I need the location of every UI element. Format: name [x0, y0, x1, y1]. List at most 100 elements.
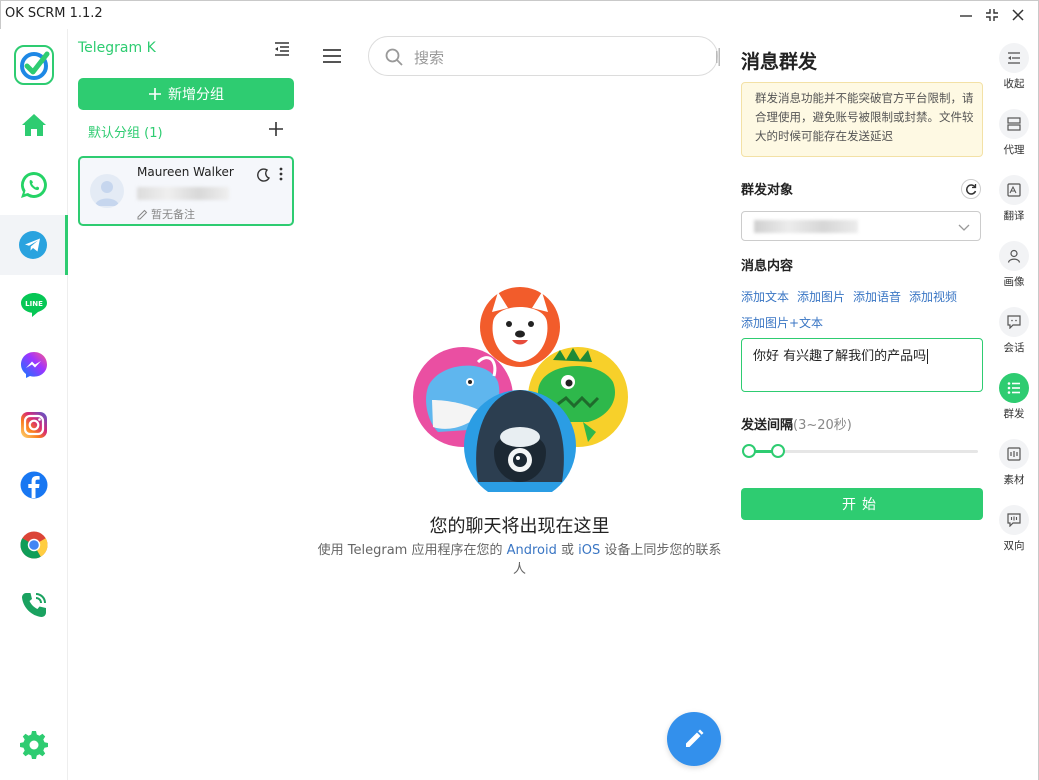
search-icon — [385, 48, 403, 66]
tool-conversation[interactable]: 会话 — [990, 299, 1038, 355]
window-title: OK SCRM 1.1.2 — [5, 6, 103, 21]
rail-item-telegram[interactable] — [0, 215, 68, 275]
collapse-list-button[interactable] — [273, 41, 291, 57]
rail-item-settings[interactable] — [0, 715, 68, 775]
tools-rail: 收起 代理 翻译 画像 会话 群发 素材 双向 — [990, 29, 1038, 780]
android-link[interactable]: Android — [507, 543, 557, 558]
home-icon — [22, 114, 46, 136]
menu-collapse-icon — [275, 42, 289, 56]
tool-label: 会话 — [1003, 342, 1025, 354]
ios-link[interactable]: iOS — [578, 543, 600, 558]
main-menu-button[interactable] — [322, 48, 342, 64]
add-group-button[interactable]: 新增分组 — [78, 78, 294, 110]
more-options-icon[interactable] — [276, 166, 286, 182]
rail-item-line[interactable]: LINE — [0, 275, 68, 335]
start-button[interactable]: 开始 — [741, 488, 983, 520]
rail-item-instagram[interactable] — [0, 395, 68, 455]
slider-handle-max[interactable] — [771, 444, 786, 458]
target-value-blurred — [754, 220, 858, 233]
rail-item-chrome[interactable] — [0, 515, 68, 575]
telegram-icon — [18, 231, 47, 259]
contact-note-text: 暂无备注 — [151, 208, 195, 221]
content-label: 消息内容 — [741, 259, 794, 274]
tool-material[interactable]: 素材 — [990, 431, 1038, 487]
moon-icon[interactable] — [257, 167, 271, 182]
search-placeholder: 搜索 — [414, 49, 445, 67]
slider-handle-min[interactable] — [742, 444, 756, 458]
tool-label: 收起 — [1003, 78, 1025, 90]
pencil-icon — [686, 729, 704, 747]
list-icon — [1007, 382, 1020, 394]
contact-card[interactable]: Maureen Walker 暂无备注 — [78, 156, 294, 226]
chat-icon — [1007, 315, 1021, 329]
warning-notice: 群发消息功能并不能突破官方平台限制，请合理使用，避免账号被限制或封禁。文件较大的… — [741, 82, 983, 157]
scroll-indicator-icon — [716, 48, 720, 66]
search-input[interactable]: 搜索 — [368, 36, 720, 76]
add-image-link[interactable]: 添加图片 — [797, 284, 845, 310]
hamburger-icon — [323, 49, 341, 63]
tool-profile[interactable]: 画像 — [990, 233, 1038, 289]
rail-item-messenger[interactable] — [0, 335, 68, 395]
message-textarea[interactable]: 你好 有兴趣了解我们的产品吗 — [741, 338, 983, 392]
whatsapp-icon — [20, 171, 47, 198]
empty-sub-text-1: 使用 Telegram 应用程序在您的 — [317, 543, 507, 558]
add-image-text-link[interactable]: 添加图片+文本 — [741, 310, 823, 336]
contact-note[interactable]: 暂无备注 — [137, 206, 195, 222]
text-caret — [927, 349, 929, 364]
default-group-header[interactable]: 默认分组 (1) — [88, 122, 163, 141]
refresh-button[interactable] — [961, 179, 981, 199]
user-icon — [1007, 249, 1021, 263]
tool-label: 双向 — [1003, 540, 1025, 552]
title-bar: OK SCRM 1.1.2 — [0, 0, 1039, 29]
rail-item-facebook[interactable] — [0, 455, 68, 515]
rail-item-home[interactable] — [0, 95, 68, 155]
empty-chat-subtitle: 使用 Telegram 应用程序在您的 Android 或 iOS 设备上同步您… — [314, 541, 725, 579]
add-contact-button[interactable] — [266, 119, 286, 139]
empty-chat-illustration — [408, 282, 630, 502]
close-icon — [1012, 9, 1024, 21]
chevron-down-icon — [958, 224, 970, 231]
two-way-icon — [1007, 513, 1021, 527]
rail-item-phone[interactable] — [0, 575, 68, 635]
messenger-icon — [21, 352, 47, 378]
app-logo-icon — [14, 45, 54, 85]
add-video-link[interactable]: 添加视频 — [909, 284, 957, 310]
broadcast-panel: 消息群发 群发消息功能并不能突破官方平台限制，请合理使用，避免账号被限制或封禁。… — [735, 29, 990, 780]
material-icon — [1007, 447, 1021, 461]
target-label: 群发对象 — [741, 183, 794, 198]
target-select[interactable] — [741, 211, 981, 241]
tool-label: 翻译 — [1003, 210, 1025, 222]
rail-item-whatsapp[interactable] — [0, 155, 68, 215]
tool-broadcast[interactable]: 群发 — [990, 365, 1038, 421]
line-badge-text: LINE — [25, 300, 43, 308]
tool-label: 群发 — [1003, 408, 1025, 420]
collapse-icon — [1008, 52, 1020, 64]
interval-slider[interactable] — [742, 444, 978, 458]
restore-icon — [986, 9, 998, 21]
empty-chat-title: 您的聊天将出现在这里 — [429, 516, 610, 537]
user-avatar-icon — [95, 181, 119, 206]
message-text: 你好 有兴趣了解我们的产品吗 — [753, 349, 927, 364]
tool-bidirectional[interactable]: 双向 — [990, 497, 1038, 553]
gear-icon — [20, 731, 48, 759]
tool-translate[interactable]: 翻译 — [990, 167, 1038, 223]
interval-hint: (3~20秒) — [793, 418, 852, 433]
compose-button[interactable] — [667, 712, 721, 766]
tool-label: 素材 — [1003, 474, 1025, 486]
minimize-button[interactable] — [955, 5, 977, 25]
tool-collapse[interactable]: 收起 — [990, 35, 1038, 91]
tool-label: 画像 — [1003, 276, 1025, 288]
plus-icon — [149, 88, 161, 100]
plus-icon — [269, 122, 283, 136]
minimize-icon — [960, 15, 972, 17]
restore-button[interactable] — [981, 5, 1003, 25]
tool-proxy[interactable]: 代理 — [990, 101, 1038, 157]
add-voice-link[interactable]: 添加语音 — [853, 284, 901, 310]
platform-rail: LINE — [0, 29, 68, 780]
add-content-links: 添加文本 添加图片 添加语音 添加视频添加图片+文本 — [741, 284, 986, 336]
add-group-label: 新增分组 — [168, 87, 224, 103]
close-button[interactable] — [1007, 5, 1029, 25]
chat-area: 搜索 您的聊天将出现在这里 使用 Telegram 应用程序在您的 Androi… — [304, 29, 735, 780]
add-text-link[interactable]: 添加文本 — [741, 284, 789, 310]
avatar — [90, 174, 124, 208]
